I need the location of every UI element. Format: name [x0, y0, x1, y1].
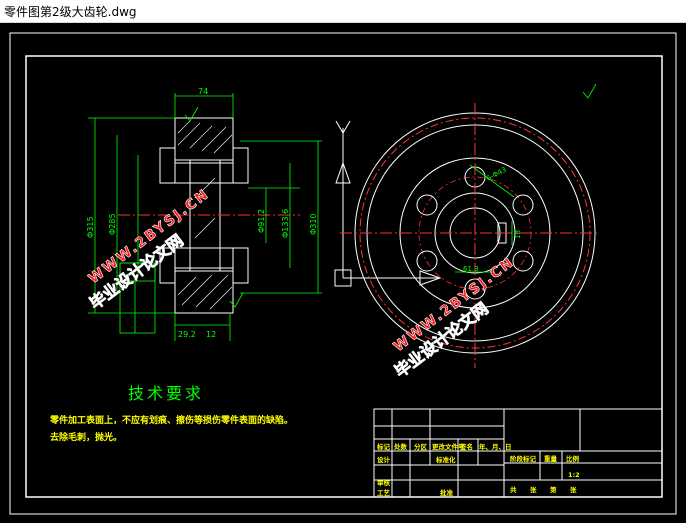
tb-date: 年、月、日 [479, 442, 512, 451]
tb-scale-label: 比例 [566, 454, 580, 463]
dim-key: 18 [514, 230, 522, 239]
dim-holes: 6-Φ43 [485, 166, 508, 183]
title-block [373, 408, 663, 498]
drawing-canvas[interactable]: 74 Φ315 Φ285 Φ91.2 Φ133.6 Φ310 29.2 12 6… [0, 23, 686, 523]
tb-count: 处数 [393, 442, 408, 451]
dim-right-2: Φ133.6 [281, 209, 290, 238]
tb-sheet-total: 共 [510, 485, 517, 494]
dim-width-top: 74 [198, 87, 208, 96]
tb-mark: 标记 [376, 442, 391, 451]
dim-bottom-1: 29.2 [178, 330, 196, 339]
dim-right-1: Φ91.2 [257, 209, 266, 233]
ucs-axis-icon [334, 120, 442, 287]
tb-approve: 批准 [440, 488, 454, 497]
tb-sheet-unit1: 张 [530, 485, 537, 494]
cad-drawing: 74 Φ315 Φ285 Φ91.2 Φ133.6 Φ310 29.2 12 6… [9, 32, 677, 515]
tb-design: 设计 [377, 455, 391, 464]
tb-zone: 分区 [414, 442, 428, 451]
watermark-right: 毕业设计论文网 WWW.2BYSJ.CN [390, 254, 518, 382]
dim-right-3: Φ310 [309, 213, 318, 235]
dim-bore: 61.3 [463, 265, 479, 273]
window-title: 零件图第2级大齿轮.dwg [4, 5, 137, 19]
dim-bottom-2: 12 [206, 330, 216, 339]
watermark-left: 毕业设计论文网 WWW.2BYSJ.CN [85, 186, 213, 314]
tech-line-2: 去除毛刺，抛光。 [50, 431, 122, 443]
tb-weight: 重量 [544, 454, 558, 463]
dim-outer-diameter: Φ315 [86, 216, 95, 238]
tb-standard: 标准化 [435, 455, 456, 464]
tb-scale: 1:2 [568, 471, 580, 479]
tb-review: 审核 [377, 478, 391, 487]
tb-stage: 阶段标记 [510, 454, 537, 463]
dim-rim-inner: Φ285 [108, 213, 117, 235]
tb-process: 工艺 [377, 488, 391, 497]
window-titlebar: 零件图第2级大齿轮.dwg [0, 0, 686, 23]
tech-heading: 技术要求 [128, 384, 204, 403]
tb-sheet-no: 第 [550, 485, 557, 494]
tb-sign: 签名 [459, 442, 473, 451]
roughness-symbol [184, 83, 597, 308]
tb-sheet-unit2: 张 [570, 485, 577, 494]
tech-line-1: 零件加工表面上，不应有划痕、擦伤等损伤零件表面的缺陷。 [49, 414, 293, 426]
